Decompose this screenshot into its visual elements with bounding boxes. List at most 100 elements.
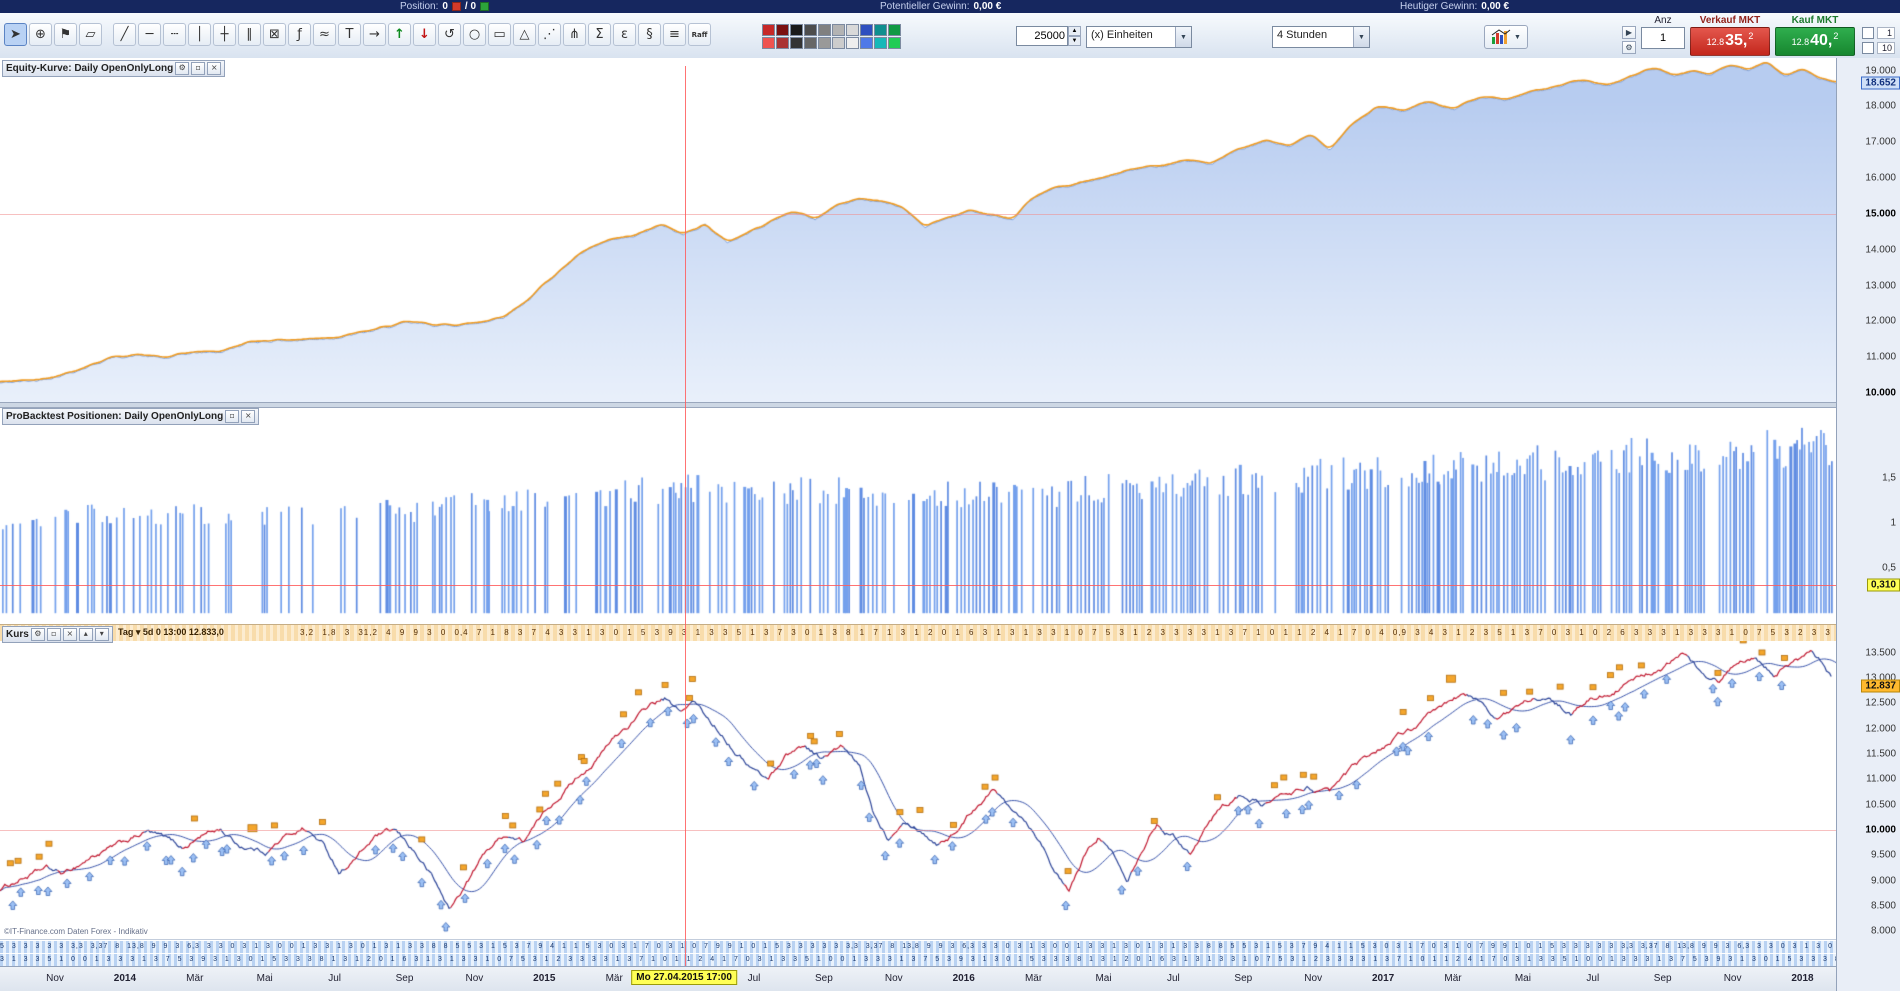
color-swatch-1-6[interactable] [846, 37, 859, 49]
sell-market-button[interactable]: 12.8 35, 2 [1690, 27, 1770, 56]
arrow-up-tool[interactable]: ↑ [388, 23, 411, 46]
price-chart-canvas[interactable] [0, 640, 1836, 939]
close-icon[interactable]: × [62, 628, 77, 641]
units-select[interactable]: (x) Einheiten ▼ [1086, 26, 1192, 48]
delete-drawings-tool[interactable]: ⊠ [263, 23, 286, 46]
trade-results-ribbon: Tag ▾ 5d 0 13:00 12.833,0 3,2 1,8 3 31,2… [0, 624, 1836, 641]
volume-ribbon-row-1: 5 3 3 3 3 3 3,3 3,37 8 13,8 9 9 3 6,3 3 … [0, 941, 1836, 953]
axis-tick-label: 15.000 [1865, 208, 1896, 220]
buy-market-button[interactable]: 12.8 40, 2 [1775, 27, 1855, 56]
parallel-lines-tool[interactable]: ∥ [238, 23, 261, 46]
order-flag-checkbox-1[interactable] [1862, 27, 1874, 39]
order-settings-icon[interactable]: ⚙ [1622, 41, 1636, 54]
color-swatch-1-0[interactable] [762, 37, 775, 49]
color-swatch-1-3[interactable] [804, 37, 817, 49]
alert-tool[interactable]: ⚑ [54, 23, 77, 46]
sell-price-decimal: 2 [1748, 31, 1754, 41]
close-icon[interactable]: × [241, 410, 256, 423]
window-icon[interactable]: ▫ [46, 628, 61, 641]
potential-gain-status: Potentieller Gewinn: 0,00 € [880, 0, 1001, 13]
panel-divider[interactable] [0, 402, 1836, 408]
price-chart-panel[interactable]: ©IT-Finance.com Daten Forex - Indikativ [0, 640, 1836, 939]
cross-line-tool[interactable]: ┼ [213, 23, 236, 46]
time-axis-label: Sep [814, 973, 833, 984]
chevron-down-icon: ▼ [1353, 27, 1369, 47]
cycle-tool[interactable]: § [638, 23, 661, 46]
color-swatch-1-4[interactable] [818, 37, 831, 49]
close-icon[interactable]: × [207, 62, 222, 75]
wrench-icon[interactable]: ⚙ [175, 62, 190, 75]
equity-chart-canvas[interactable] [0, 58, 1836, 402]
vertical-line-tool[interactable]: │ [188, 23, 211, 46]
color-swatch-1-8[interactable] [874, 37, 887, 49]
color-swatch-0-4[interactable] [818, 24, 831, 36]
color-swatch-1-1[interactable] [776, 37, 789, 49]
color-swatch-0-1[interactable] [776, 24, 789, 36]
cursor-tool[interactable]: ➤ [4, 23, 27, 46]
axis-tick-label: 8.500 [1870, 900, 1896, 912]
timeframe-select[interactable]: 4 Stunden ▼ [1272, 26, 1370, 48]
chevron-down-icon: ▼ [1514, 33, 1521, 41]
color-swatch-0-2[interactable] [790, 24, 803, 36]
horizontal-ray-tool[interactable]: ┄ [163, 23, 186, 46]
equity-curve-panel[interactable]: Equity-Kurve: Daily OpenOnlyLong ⚙ ▫ × [0, 58, 1836, 402]
zoom-tool[interactable]: ⊕ [29, 23, 52, 46]
window-icon[interactable]: ▫ [225, 410, 240, 423]
color-swatch-0-5[interactable] [832, 24, 845, 36]
color-swatch-0-7[interactable] [860, 24, 873, 36]
arrow-right-tool[interactable]: → [363, 23, 386, 46]
color-swatch-0-6[interactable] [846, 24, 859, 36]
ellipse-tool[interactable]: ○ [463, 23, 486, 46]
positions-chart-canvas[interactable] [0, 406, 1836, 624]
axis-tick-label: 14.000 [1865, 244, 1896, 256]
backtest-positions-panel[interactable]: ProBacktest Positionen: Daily OpenOnlyLo… [0, 406, 1836, 624]
collapse-panel-icon[interactable]: ▶ [1622, 26, 1636, 39]
axis-tick-label: 11.500 [1866, 748, 1896, 760]
color-swatch-1-5[interactable] [832, 37, 845, 49]
today-gain-status: Heutiger Gewinn: 0,00 € [1400, 0, 1509, 13]
regression-tool[interactable]: ≡ [663, 23, 686, 46]
wrench-icon[interactable]: ⚙ [30, 628, 45, 641]
positions-panel-title: ProBacktest Positionen: Daily OpenOnlyLo… [6, 411, 224, 422]
color-swatch-0-9[interactable] [888, 24, 901, 36]
move-up-icon[interactable]: ▴ [78, 628, 93, 641]
color-swatch-1-7[interactable] [860, 37, 873, 49]
trend-line-tool[interactable]: ╱ [113, 23, 136, 46]
gann-tool[interactable]: Σ [588, 23, 611, 46]
channel-tool[interactable]: ⋰ [538, 23, 561, 46]
triangle-tool[interactable]: △ [513, 23, 536, 46]
eraser-tool[interactable]: ▱ [79, 23, 102, 46]
time-axis-label: Jul [328, 973, 341, 984]
move-down-icon[interactable]: ▾ [94, 628, 109, 641]
time-axis[interactable]: Mo 27.04.2015 17:00 Nov 2014 Mär Mai Jul Sep N… [0, 966, 1836, 991]
undo-tool[interactable]: ↺ [438, 23, 461, 46]
color-swatch-1-9[interactable] [888, 37, 901, 49]
color-swatch-0-3[interactable] [804, 24, 817, 36]
order-quantity-input[interactable] [1641, 27, 1685, 49]
text-tool[interactable]: T [338, 23, 361, 46]
pitchfork-tool[interactable]: ⋔ [563, 23, 586, 46]
fibonacci-tool[interactable]: ƒ [288, 23, 311, 46]
elliott-wave-tool[interactable]: ε [613, 23, 636, 46]
app-window: Position: 0 / 0 Potentieller Gewinn: 0,0… [0, 0, 1900, 991]
rectangle-tool[interactable]: ▭ [488, 23, 511, 46]
pattern-tool[interactable]: ≈ [313, 23, 336, 46]
order-flag-checkbox-2[interactable] [1862, 42, 1874, 54]
quantity-down-icon[interactable]: ▼ [1068, 36, 1081, 46]
price-panel-title-chip: Kurs ⚙ ▫ × ▴ ▾ [2, 626, 113, 643]
time-axis-label: Sep [1234, 973, 1253, 984]
window-icon[interactable]: ▫ [191, 62, 206, 75]
price-scale-column[interactable]: 19.000 18.000 17.000 16.000 15.000 14.000 13.0… [1836, 58, 1900, 991]
sell-mkt-label: Verkauf MKT [1699, 15, 1761, 26]
color-swatch-1-2[interactable] [790, 37, 803, 49]
horizontal-line-tool[interactable]: ─ [138, 23, 161, 46]
color-swatch-0-0[interactable] [762, 24, 775, 36]
indicator-picker-button[interactable]: ▼ [1484, 25, 1528, 49]
quantity-up-icon[interactable]: ▲ [1068, 26, 1081, 36]
arrow-down-tool[interactable]: ↓ [413, 23, 436, 46]
raff-channel-tool[interactable]: Raff [688, 23, 711, 46]
color-swatch-0-8[interactable] [874, 24, 887, 36]
quantity-input[interactable] [1016, 26, 1068, 46]
kurs-info-text: Tag ▾ 5d 0 13:00 12.833,0 [118, 627, 224, 637]
position-value: 0 [442, 1, 448, 12]
